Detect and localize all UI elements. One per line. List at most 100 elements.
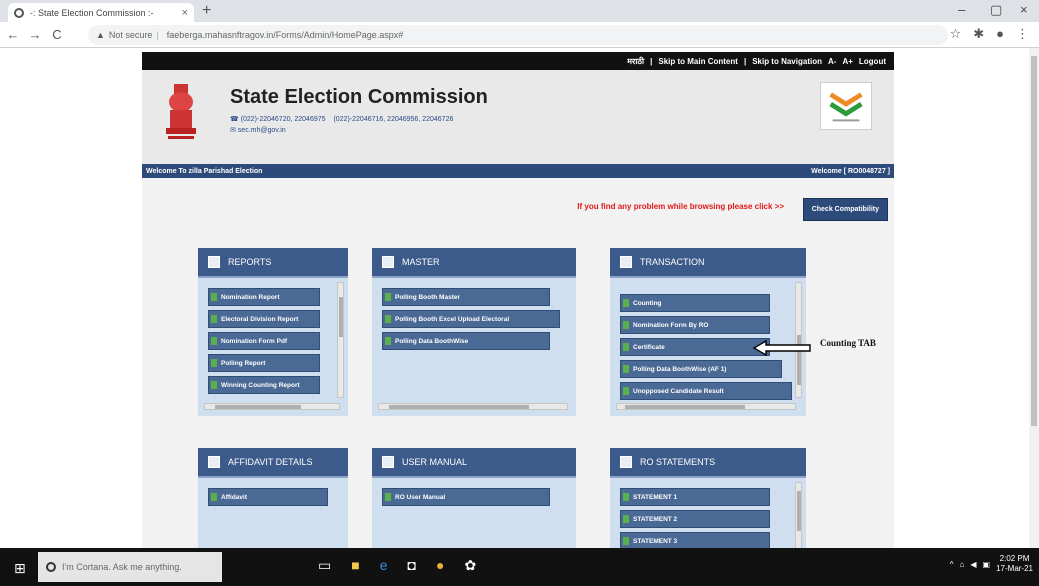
menu-item-statement-2[interactable]: STATEMENT 2 (620, 510, 770, 528)
browser-problem-notice: If you find any problem while browsing p… (577, 202, 784, 211)
affidavit-panel: AFFIDAVIT DETAILS Affidavit (198, 448, 348, 558)
bullet-icon (385, 337, 391, 345)
reports-vertical-scrollbar[interactable] (337, 282, 344, 398)
user-manual-panel-header: USER MANUAL (372, 448, 576, 478)
national-emblem-icon (166, 84, 196, 139)
network-icon[interactable]: ⌂ (960, 560, 965, 569)
bullet-icon (623, 493, 629, 501)
reports-icon (208, 256, 220, 268)
forward-button[interactable]: → (26, 27, 44, 42)
check-compatibility-button[interactable]: Check Compatibility (802, 198, 888, 221)
reports-panel-header: REPORTS (198, 248, 348, 278)
welcome-left-text: Welcome To zilla Parishad Election (146, 167, 263, 175)
menu-item-polling-booth-excel-upload[interactable]: Polling Booth Excel Upload Electoral (382, 310, 560, 328)
ro-statements-vertical-scrollbar[interactable] (795, 482, 802, 552)
skip-navigation-link[interactable]: Skip to Navigation (752, 57, 822, 66)
menu-item-nomination-form-by-ro[interactable]: Nomination Form By RO (620, 316, 770, 334)
menu-item-nomination-report[interactable]: Nomination Report (208, 288, 320, 306)
menu-item-certificate[interactable]: Certificate (620, 338, 770, 356)
menu-item-polling-booth-master[interactable]: Polling Booth Master (382, 288, 550, 306)
profile-avatar-icon[interactable]: ● (996, 26, 1004, 42)
master-panel-header: MASTER (372, 248, 576, 278)
font-decrease-link[interactable]: A- (828, 57, 836, 66)
warning-icon: ▲ (96, 30, 105, 40)
bullet-icon (211, 381, 217, 389)
windows-start-icon[interactable]: ⊞ (14, 560, 26, 577)
transaction-icon (620, 256, 632, 268)
close-window-button[interactable]: × (1020, 2, 1028, 17)
bullet-icon (211, 337, 217, 345)
store-icon[interactable]: ◘ (408, 557, 416, 574)
sec-logo-icon (820, 82, 872, 130)
menu-item-affidavit[interactable]: Affidavit (208, 488, 328, 506)
chrome-icon[interactable]: ● (436, 557, 444, 574)
minimize-button[interactable]: – (958, 2, 965, 17)
transaction-panel-header: TRANSACTION (610, 248, 806, 278)
master-horizontal-scrollbar[interactable] (378, 403, 568, 410)
menu-item-electoral-division-report[interactable]: Electoral Division Report (208, 310, 320, 328)
cortana-search-input[interactable]: I'm Cortana. Ask me anything. (38, 552, 222, 582)
browser-tab[interactable]: -: State Election Commission :- × (8, 3, 194, 22)
bullet-icon (623, 537, 629, 545)
back-button[interactable]: ← (4, 27, 22, 42)
user-manual-title: USER MANUAL (402, 457, 468, 467)
transaction-panel: TRANSACTION Counting Nomination Form By … (610, 248, 806, 416)
tray-chevron-icon[interactable]: ^ (950, 560, 954, 569)
clock-date: 17-Mar-21 (996, 564, 1033, 573)
bullet-icon (623, 343, 629, 351)
menu-item-statement-1[interactable]: STATEMENT 1 (620, 488, 770, 506)
address-bar-row: ← → C ▲ Not secure | faeberga.mahasnftra… (0, 22, 1039, 48)
bullet-icon (385, 293, 391, 301)
app-icon[interactable]: ✿ (464, 557, 476, 574)
menu-item-ro-user-manual[interactable]: RO User Manual (382, 488, 550, 506)
new-tab-button[interactable]: + (202, 2, 211, 20)
user-manual-icon (382, 456, 394, 468)
menu-item-unopposed-candidate-result[interactable]: Unopposed Candidate Result (620, 382, 792, 400)
affidavit-title: AFFIDAVIT DETAILS (228, 457, 313, 467)
user-manual-panel: USER MANUAL RO User Manual (372, 448, 576, 558)
menu-item-polling-report[interactable]: Polling Report (208, 354, 320, 372)
master-icon (382, 256, 394, 268)
cortana-circle-icon (46, 562, 56, 572)
counting-tab-annotation: Counting TAB (820, 338, 876, 348)
bookmark-star-icon[interactable]: ☆ (950, 26, 962, 42)
maximize-button[interactable]: ▢ (990, 2, 1002, 18)
tab-title: -: State Election Commission :- (30, 7, 154, 18)
bullet-icon (623, 515, 629, 523)
edge-browser-icon[interactable]: e (380, 557, 388, 574)
fax-text: (022)-22046716, 22046956, 22046726 (333, 116, 454, 123)
taskbar-clock[interactable]: 2:02 PM 17-Mar-21 (996, 554, 1033, 574)
tab-close-icon[interactable]: × (182, 7, 188, 19)
page-scrollbar[interactable] (1029, 48, 1039, 548)
bullet-icon (211, 315, 217, 323)
ro-statements-icon (620, 456, 632, 468)
extension-icon[interactable]: ✱ (973, 26, 984, 42)
transaction-horizontal-scrollbar[interactable] (616, 403, 796, 410)
page-viewport: मराठी | Skip to Main Content | Skip to N… (0, 48, 1039, 558)
browser-menu-icon[interactable]: ⋮ (1016, 26, 1029, 42)
task-view-icon[interactable]: ▭ (318, 557, 331, 574)
volume-icon[interactable]: ◀ (970, 560, 976, 569)
site-container: मराठी | Skip to Main Content | Skip to N… (142, 52, 894, 558)
welcome-bar: Welcome To zilla Parishad Election Welco… (142, 164, 894, 178)
menu-item-winning-counting-report[interactable]: Winning Counting Report (208, 376, 320, 394)
bullet-icon (623, 321, 629, 329)
lang-marathi-link[interactable]: मराठी (627, 56, 644, 67)
file-explorer-icon[interactable]: ■ (351, 557, 359, 574)
affidavit-icon (208, 456, 220, 468)
affidavit-panel-header: AFFIDAVIT DETAILS (198, 448, 348, 478)
url-input[interactable]: ▲ Not secure | faeberga.mahasnftragov.in… (88, 25, 948, 45)
bullet-icon (623, 299, 629, 307)
reload-button[interactable]: C (48, 27, 66, 42)
font-increase-link[interactable]: A+ (842, 57, 852, 66)
notification-icon[interactable]: ▣ (983, 560, 991, 569)
logout-link[interactable]: Logout (859, 57, 886, 66)
skip-main-content-link[interactable]: Skip to Main Content (658, 57, 738, 66)
menu-item-polling-data-boothwise-af[interactable]: Polling Data BoothWise (AF 1) (620, 360, 782, 378)
reports-horizontal-scrollbar[interactable] (204, 403, 340, 410)
bullet-icon (385, 493, 391, 501)
site-title: State Election Commission (230, 86, 488, 108)
menu-item-counting[interactable]: Counting (620, 294, 770, 312)
menu-item-nomination-form-pdf[interactable]: Nomination Form Pdf (208, 332, 320, 350)
menu-item-polling-data-boothwise[interactable]: Polling Data BoothWise (382, 332, 550, 350)
